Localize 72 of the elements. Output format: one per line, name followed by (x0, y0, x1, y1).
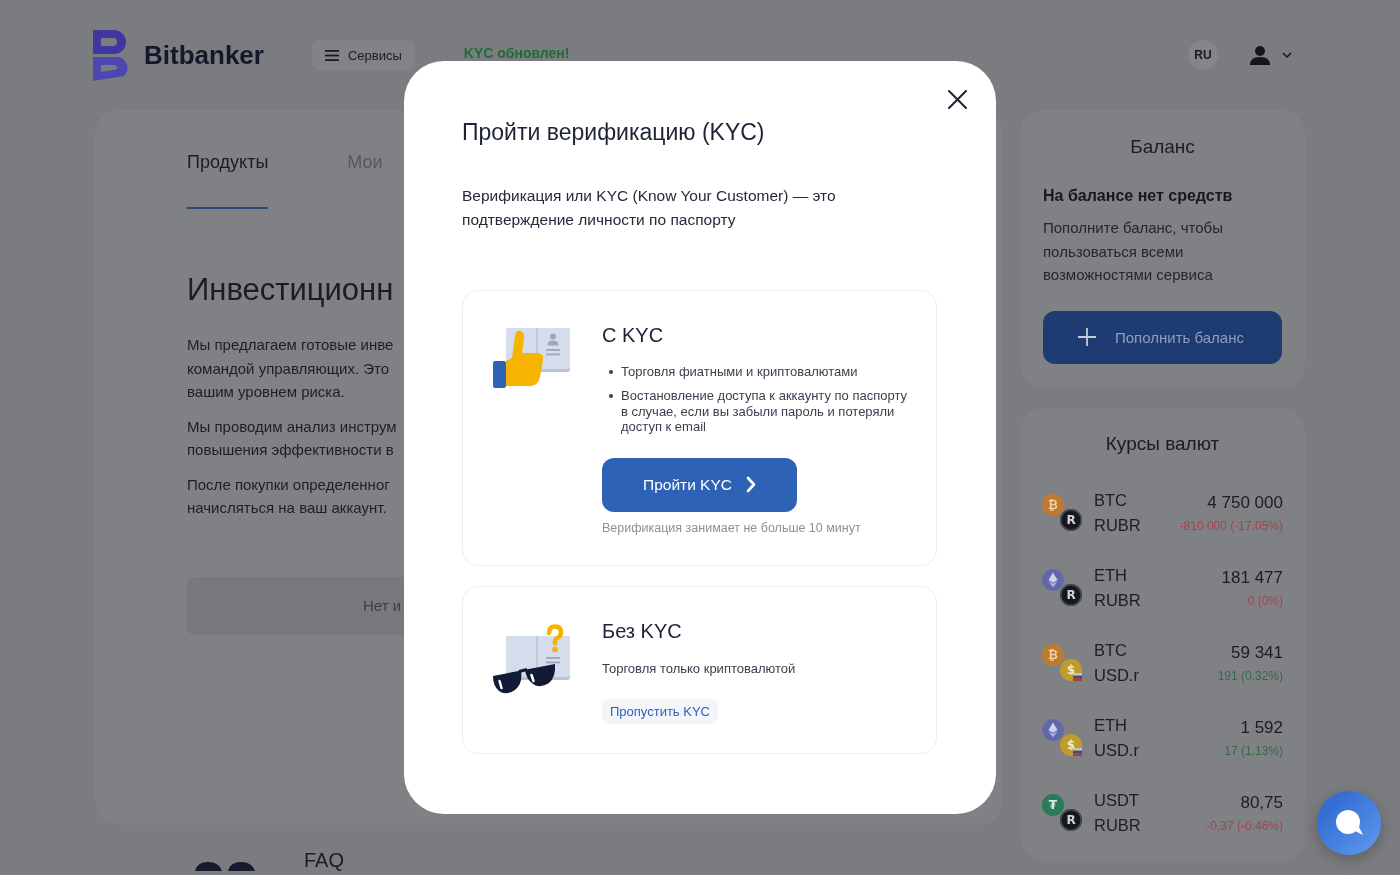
chat-button[interactable] (1317, 791, 1381, 855)
rate-value: 181 477 (1221, 566, 1283, 589)
paragraph: Мы проводим анализ инструм повышения эффективности в (187, 416, 397, 460)
dialog-description: Верификация или KYC (Know Your Customer) — это подтверждение личности по паспорту (462, 186, 837, 230)
brand-name: Bitbanker (144, 39, 264, 71)
currency-code: RUBR (1094, 514, 1141, 536)
empty-balance-title: На балансе нет средств (1043, 186, 1234, 206)
bullet-icon (609, 394, 613, 398)
diamond-coin-icon (1042, 719, 1064, 741)
currency-code: BTC (1094, 489, 1127, 511)
currency-code: BTC (1094, 639, 1127, 661)
r-coin-icon: R (1060, 509, 1082, 531)
feature-text: Торговля фиатными и криптовалютами (621, 364, 858, 380)
close-button[interactable] (948, 90, 967, 109)
empty-state-text: Нет и (363, 597, 402, 614)
t-coin-icon: ₮ (1042, 794, 1064, 816)
option-text: Торговля только криптовалютой (602, 660, 796, 677)
kyc-status-notice: KYC обновлен! (463, 46, 570, 60)
card-title: Курсы валют (1104, 431, 1221, 456)
rate-change: 0 (0%) (1247, 592, 1283, 610)
flag-icon (1073, 673, 1082, 681)
currency-code: USDT (1094, 789, 1139, 811)
currency-code: USD.r (1094, 739, 1139, 761)
feature-text: Востановление доступа к аккаунту по паспорту в случае, если вы забыли пароль и потеряли доступ к email (621, 388, 908, 435)
option-title: Без KYC (602, 618, 682, 644)
services-menu-button[interactable]: Сервисы (311, 40, 415, 70)
account-menu-button[interactable] (1250, 43, 1292, 67)
currency-code: ETH (1094, 714, 1127, 736)
diamond-coin-icon (1042, 569, 1064, 591)
currency-code: USD.r (1094, 664, 1139, 686)
rate-change: 17 (1.13%) (1224, 742, 1283, 760)
caret-icon (1282, 52, 1292, 58)
faq-title: FAQ (304, 848, 344, 873)
skip-kyc-link[interactable]: Пропустить KYC (602, 698, 718, 724)
option-note: Верификация занимает не больше 10 минут (602, 519, 861, 536)
r-coin-icon: R (1060, 584, 1082, 606)
bullet-icon (609, 370, 613, 374)
section-heading: Инвестиционн (187, 271, 394, 309)
flag-icon (1073, 748, 1082, 756)
plus-icon (1078, 328, 1096, 346)
passport-thumbs-up-icon (493, 328, 570, 388)
menu-icon (324, 49, 339, 61)
glasses-icon (195, 862, 255, 871)
rate-value: 4 750 000 (1207, 491, 1283, 514)
start-kyc-button[interactable]: Пройти KYC (602, 457, 797, 512)
paragraph: Мы предлагаем готовые инве командой управляющих. Это вашим уровнем риска. (187, 335, 394, 402)
rate-value: 1 592 (1240, 716, 1283, 739)
logo-icon (93, 29, 128, 81)
card-title: Баланс (1129, 135, 1196, 159)
bitcoin-coin-icon: ₿ (1042, 644, 1064, 666)
bitcoin-coin-icon: ₿ (1042, 494, 1064, 516)
currency-code: RUBR (1094, 814, 1141, 836)
rate-change: 191 (0.32%) (1217, 667, 1283, 685)
rate-value: 59 341 (1231, 641, 1283, 664)
dialog-title: Пройти верификацию (KYC) (462, 118, 766, 147)
chat-icon (1335, 810, 1363, 836)
user-icon (1250, 45, 1270, 65)
tab[interactable]: Продукты (187, 151, 269, 209)
balance-hint: Пополните баланс, чтобы пользоваться всеми возможностями сервиса (1043, 218, 1224, 285)
chevron-right-icon (746, 476, 756, 493)
r-coin-icon: R (1060, 809, 1082, 831)
passport-sunglasses-icon (493, 623, 570, 695)
language-button[interactable]: RU (1188, 40, 1218, 70)
top-up-button[interactable]: Пополнить баланс (1043, 310, 1282, 364)
option-title: С KYC (602, 323, 664, 348)
paragraph: После покупки определенног начисляться на ваш аккаунт. (187, 474, 390, 518)
currency-code: RUBR (1094, 589, 1141, 611)
rate-change: -0,37 (-0.46%) (1206, 817, 1283, 835)
close-icon (948, 90, 967, 109)
currency-code: ETH (1094, 564, 1127, 586)
rate-value: 80,75 (1240, 791, 1283, 814)
rate-change: -810 000 (-17.05%) (1179, 517, 1283, 535)
